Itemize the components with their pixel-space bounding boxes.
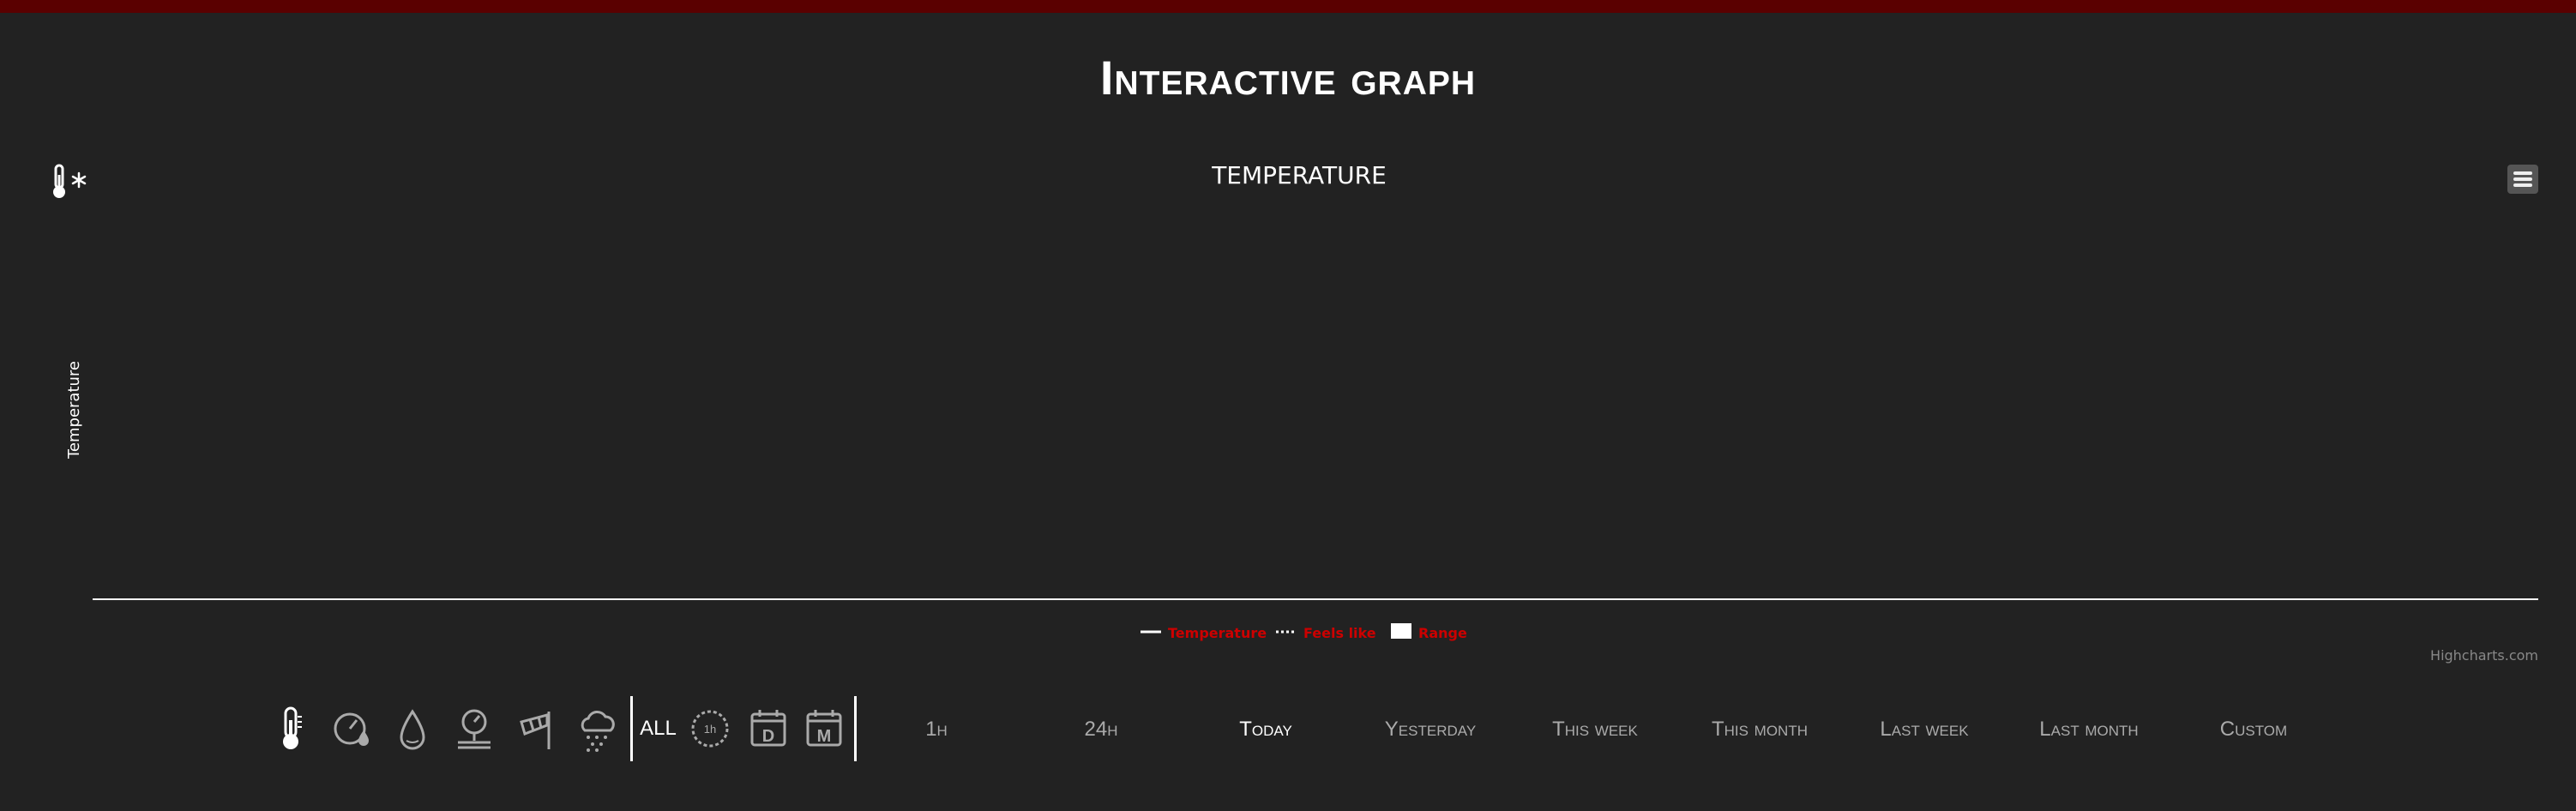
legend-label-range: Range [1418,625,1467,641]
chart-menu-button[interactable] [2507,165,2538,194]
hour-clock-label: 1h [704,723,716,736]
barometer-icon[interactable] [453,705,496,753]
range-button-1h[interactable]: 1h [872,703,1001,756]
temperature-unit-icon[interactable] [50,163,89,202]
chart-credits: Highcharts.com [2430,647,2538,664]
rain-cloud-icon[interactable] [576,705,619,753]
month-calendar-label: M [817,727,832,746]
hour-clock-icon[interactable]: 1h [689,705,731,753]
all-button[interactable]: ALL [635,710,682,748]
day-calendar-label: D [762,727,774,746]
thermometer-icon[interactable] [269,705,312,753]
humidity-drop-icon[interactable] [391,705,434,753]
pressure-gauge-icon[interactable] [331,705,374,753]
range-button-custom[interactable]: Custom [2189,703,2318,756]
month-calendar-icon[interactable]: M [803,705,846,753]
legend-label-temperature: Temperature [1168,625,1267,641]
windsock-icon[interactable] [515,705,557,753]
temperature-chart: TEMPERATURE Temperature Temperature Feels l… [65,161,2538,664]
range-button-yesterday[interactable]: Yesterday [1366,703,1495,756]
toolbar-divider [854,696,857,761]
toolbar-divider [630,696,633,761]
top-accent-bar [0,0,2576,13]
legend-marker-range [1391,623,1411,639]
range-button-last-month[interactable]: Last month [2025,703,2153,756]
range-button-today[interactable]: Today [1201,703,1330,756]
page-title: Interactive graph [1099,51,1477,105]
chart-container: TEMPERATURE Temperature Temperature Feels l… [0,146,2576,677]
range-button-24h[interactable]: 24h [1037,703,1165,756]
range-button-last-week[interactable]: Last week [1860,703,1989,756]
day-calendar-icon[interactable]: D [747,705,790,753]
chart-title: TEMPERATURE [1211,161,1387,189]
legend-label-feels-like: Feels like [1303,625,1376,641]
range-button-this-month[interactable]: This month [1695,703,1824,756]
y-axis-label: Temperature [65,361,83,460]
range-button-this-week[interactable]: This week [1531,703,1659,756]
